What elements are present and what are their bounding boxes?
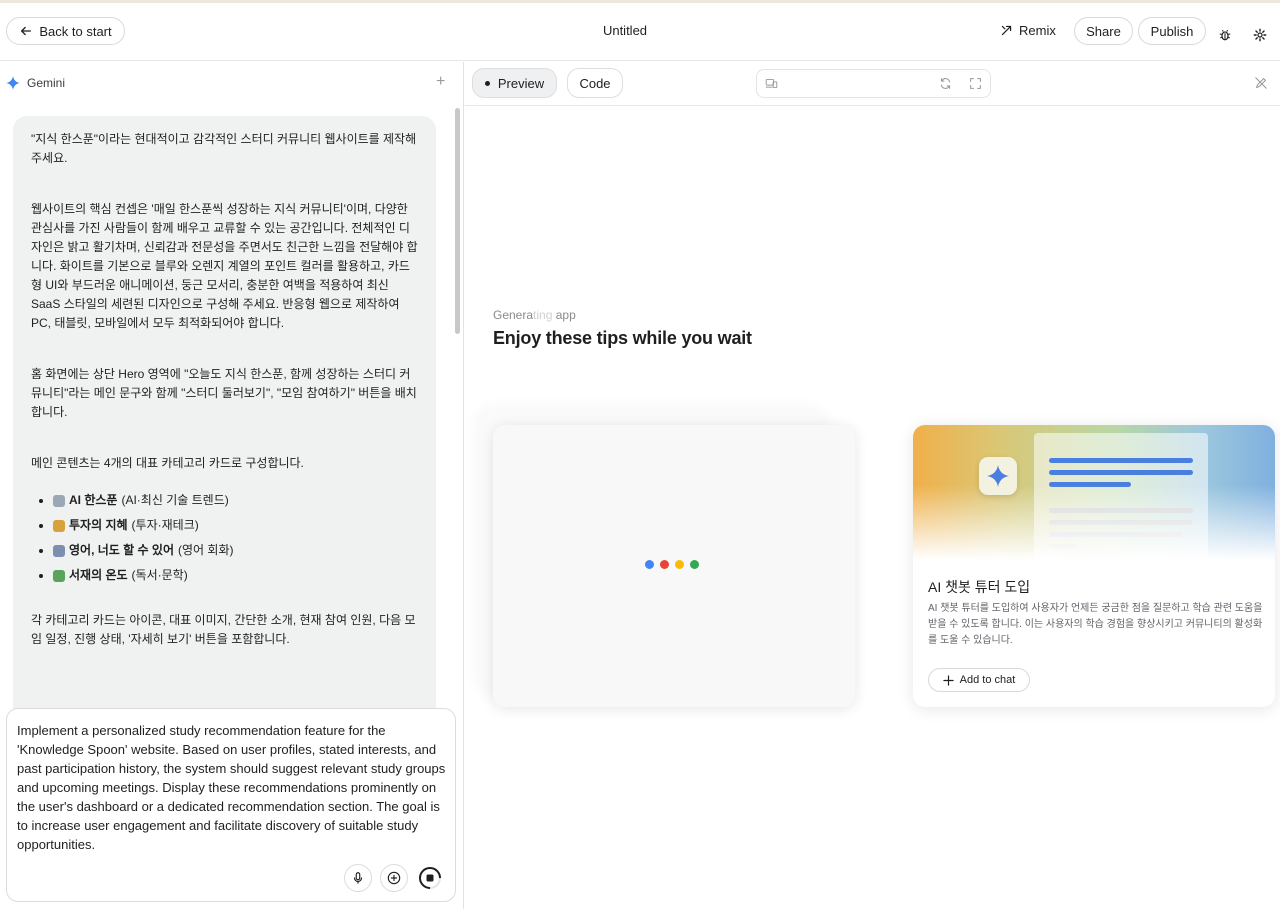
stop-icon <box>418 867 441 889</box>
tip-card: AI 챗봇 튜터 도입 AI 챗봇 튜터를 도입하여 사용자가 언제든 궁금한 … <box>913 425 1275 707</box>
prompt-paragraph: 홈 화면에는 상단 Hero 영역에 "오늘도 지식 한스푼, 함께 성장하는 … <box>31 367 417 419</box>
category-emoji-icon <box>53 544 65 557</box>
generating-status: Generating app <box>493 308 576 322</box>
model-indicator: Gemini <box>6 76 65 90</box>
annotate-pen-icon[interactable] <box>1254 76 1268 90</box>
gemini-star-icon <box>979 457 1017 495</box>
new-chat-plus-icon[interactable]: + <box>436 74 448 90</box>
loader-dot <box>660 560 669 569</box>
device-icon[interactable] <box>765 77 778 90</box>
tab-preview[interactable]: Preview <box>472 68 557 98</box>
project-title: Untitled <box>602 23 648 38</box>
app-header: Back to start Untitled Remix Share Publi… <box>0 3 1280 61</box>
list-item: 서재의 온도 (독서·문학) <box>31 566 418 585</box>
arrow-left-icon <box>21 26 32 36</box>
list-item: 영어, 너도 할 수 있어 (영어 회화) <box>31 541 418 560</box>
prompt-input[interactable]: Implement a personalized study recommend… <box>6 708 456 902</box>
category-emoji-icon <box>53 519 65 532</box>
tip-illustration <box>913 425 1275 560</box>
tip-title: AI 챗봇 튜터 도입 <box>928 579 1031 595</box>
plus-icon <box>942 674 954 686</box>
list-item: 투자의 지혜 (투자·재테크) <box>31 516 418 535</box>
tip-description: AI 챗봇 튜터를 도입하여 사용자가 언제든 궁금한 점을 질문하고 학습 관… <box>928 603 1263 646</box>
microphone-icon <box>353 872 363 884</box>
gear-icon[interactable] <box>1251 26 1269 44</box>
stop-generation-button[interactable] <box>416 864 444 892</box>
remix-button[interactable]: Remix <box>1000 23 1056 38</box>
list-item: AI 한스푼 (AI·최신 기술 트렌드) <box>31 491 418 510</box>
loader-dot <box>675 560 684 569</box>
category-emoji-icon <box>53 494 65 507</box>
preview-address-bar[interactable] <box>756 69 991 98</box>
share-button[interactable]: Share <box>1074 17 1133 45</box>
add-to-chat-button[interactable]: Add to chat <box>928 668 1030 692</box>
user-prompt-message: "지식 한스푼"이라는 현대적이고 감각적인 스터디 커뮤니티 웹사이트를 제작… <box>13 116 436 716</box>
category-list: AI 한스푼 (AI·최신 기술 트렌드) 투자의 지혜 (투자·재테크) 영어, … <box>31 491 418 585</box>
remix-label: Remix <box>1019 23 1056 38</box>
prompt-paragraph: 웹사이트의 핵심 컨셉은 '매일 한스푼씩 성장하는 지식 커뮤니티'이며, 다… <box>31 202 418 330</box>
microphone-button[interactable] <box>344 864 372 892</box>
gemini-sparkle-icon <box>6 76 20 90</box>
category-emoji-icon <box>53 569 65 582</box>
publish-button[interactable]: Publish <box>1138 17 1206 45</box>
loader-dot <box>690 560 699 569</box>
refresh-icon[interactable] <box>939 77 952 90</box>
preview-panel: Preview Code Generating app Enjoy these … <box>465 62 1280 909</box>
model-name: Gemini <box>27 76 66 90</box>
loader-dot <box>645 560 654 569</box>
preview-toolbar: Preview Code <box>465 62 1280 106</box>
prompt-paragraph: 각 카테고리 카드는 아이콘, 대표 이미지, 간단한 소개, 현재 참여 인원… <box>31 613 416 646</box>
bug-icon[interactable] <box>1216 26 1234 44</box>
active-dot-icon <box>484 80 490 86</box>
add-to-chat-label: Add to chat <box>959 674 1016 686</box>
back-label: Back to start <box>39 23 112 39</box>
back-to-start-button[interactable]: Back to start <box>6 17 125 45</box>
prompt-paragraph: 메인 콘텐츠는 4개의 대표 카테고리 카드로 구성합니다. <box>31 456 304 470</box>
remix-icon <box>1001 25 1012 36</box>
chat-scrollbar[interactable] <box>455 108 460 334</box>
chat-panel: Gemini + "지식 한스푼"이라는 현대적이고 감각적인 스터디 커뮤니티… <box>0 62 464 909</box>
tab-code[interactable]: Code <box>567 68 623 98</box>
add-attachment-button[interactable] <box>380 864 408 892</box>
loading-dots <box>645 560 699 569</box>
tab-preview-label: Preview <box>497 75 545 91</box>
prompt-paragraph: "지식 한스푼"이라는 현대적이고 감각적인 스터디 커뮤니티 웹사이트를 제작… <box>31 132 417 165</box>
prompt-input-text[interactable]: Implement a personalized study recommend… <box>17 721 447 854</box>
tips-headline: Enjoy these tips while you wait <box>493 328 752 348</box>
loading-card <box>493 425 855 707</box>
plus-circle-icon <box>387 871 401 885</box>
fullscreen-icon[interactable] <box>969 77 982 90</box>
